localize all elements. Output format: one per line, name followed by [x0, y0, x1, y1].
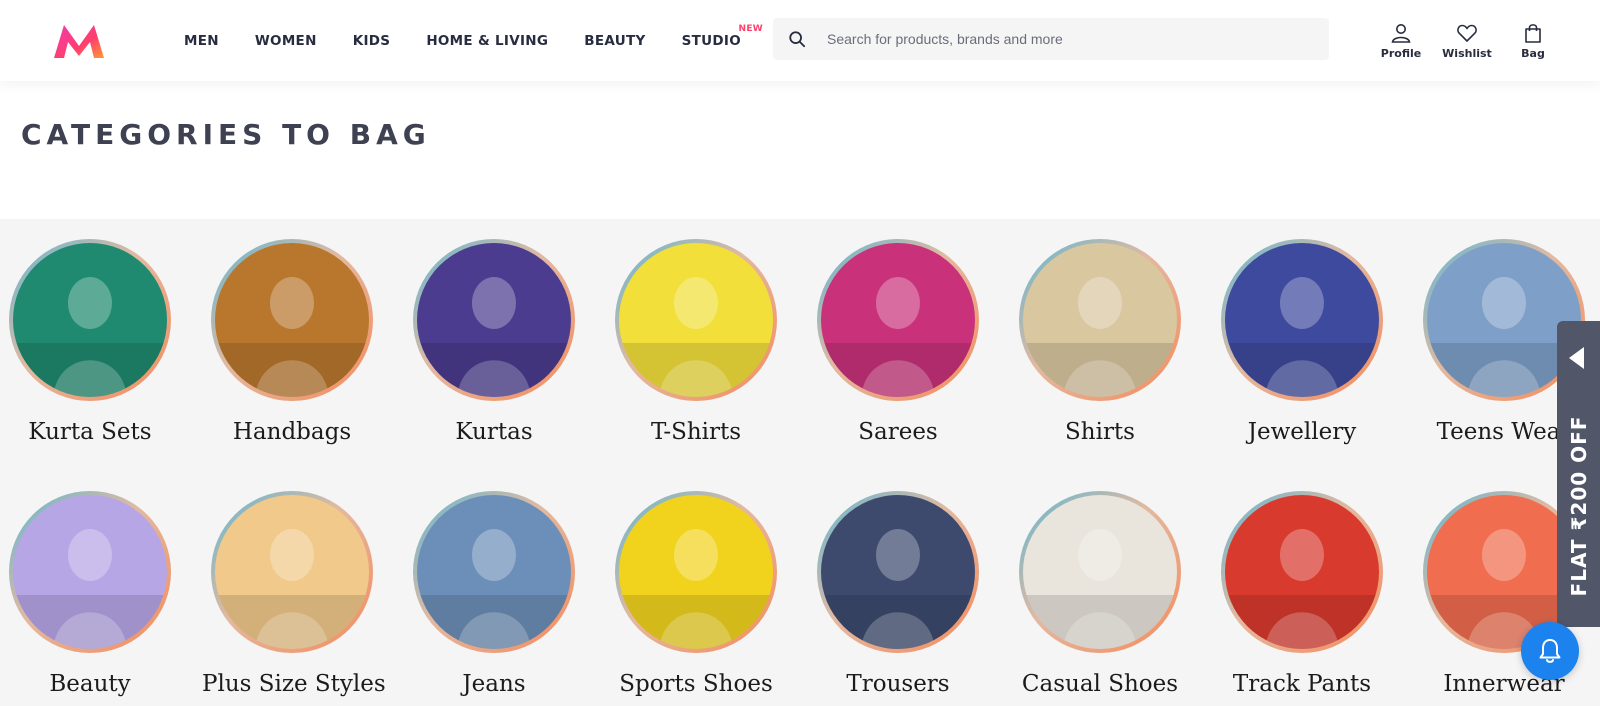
- category-image: [417, 243, 571, 397]
- category-image: [1225, 243, 1379, 397]
- nav-item-women[interactable]: WOMEN: [255, 33, 317, 49]
- nav-item-studio[interactable]: STUDIO NEW: [682, 24, 763, 49]
- myntra-logo[interactable]: [52, 22, 106, 60]
- category-image-ring: [615, 491, 777, 653]
- category-label: Kurta Sets: [28, 419, 152, 445]
- category-jewellery[interactable]: Jewellery: [1212, 219, 1392, 469]
- category-plus-size-styles[interactable]: Plus Size Styles: [202, 471, 386, 706]
- category-image-ring: [9, 491, 171, 653]
- category-jeans[interactable]: Jeans: [404, 471, 584, 706]
- category-image-ring: [1221, 239, 1383, 401]
- categories-section: Kurta Sets Handbags Kurtas T-Shirts Sarees Sh…: [0, 219, 1600, 706]
- notification-button[interactable]: [1521, 622, 1579, 680]
- category-image: [1023, 495, 1177, 649]
- category-label: T-Shirts: [650, 419, 742, 445]
- category-handbags[interactable]: Handbags: [202, 219, 382, 469]
- category-image-ring: [615, 239, 777, 401]
- bag-button[interactable]: Bag: [1500, 22, 1566, 64]
- bag-icon: [1525, 24, 1541, 43]
- category-kurta-sets[interactable]: Kurta Sets: [0, 219, 180, 469]
- wishlist-label: Wishlist: [1442, 47, 1492, 60]
- search-bar: [773, 18, 1329, 60]
- category-label: Trousers: [846, 671, 950, 697]
- category-image: [1023, 243, 1177, 397]
- category-image-ring: [413, 491, 575, 653]
- category-kurtas[interactable]: Kurtas: [404, 219, 584, 469]
- category-image: [215, 495, 369, 649]
- new-badge: NEW: [738, 23, 763, 34]
- nav-item-kids[interactable]: KIDS: [353, 33, 391, 49]
- category-image: [821, 495, 975, 649]
- category-label: Sarees: [858, 419, 938, 445]
- category-image-ring: [413, 239, 575, 401]
- category-label: Innerwear: [1443, 671, 1565, 697]
- category-image-ring: [1019, 239, 1181, 401]
- heart-icon: [1457, 24, 1477, 42]
- category-image-ring: [211, 491, 373, 653]
- offer-text: FLAT ₹200 OFF: [1567, 415, 1591, 597]
- nav-item-beauty[interactable]: BEAUTY: [584, 33, 645, 49]
- category-image-ring: [211, 239, 373, 401]
- header: MEN WOMEN KIDS HOME & LIVING BEAUTY STUD…: [0, 0, 1600, 81]
- logo-icon: [54, 25, 104, 58]
- nav-item-home-living[interactable]: HOME & LIVING: [426, 33, 548, 49]
- category-label: Sports Shoes: [619, 671, 773, 697]
- category-image-ring: [817, 491, 979, 653]
- category-label: Casual Shoes: [1021, 671, 1179, 697]
- header-actions: Profile Wishlist Bag: [1368, 22, 1566, 64]
- chevron-left-icon: [1569, 347, 1584, 369]
- profile-button[interactable]: Profile: [1368, 22, 1434, 64]
- category-image: [619, 243, 773, 397]
- category-image: [215, 243, 369, 397]
- bag-label: Bag: [1521, 47, 1545, 60]
- search-input[interactable]: [773, 18, 1329, 60]
- category-image-ring: [1221, 491, 1383, 653]
- category-sports-shoes[interactable]: Sports Shoes: [606, 471, 786, 706]
- category-t-shirts[interactable]: T-Shirts: [606, 219, 786, 469]
- offer-tab[interactable]: FLAT ₹200 OFF: [1557, 321, 1600, 627]
- section-title: CATEGORIES TO BAG: [21, 118, 431, 151]
- profile-label: Profile: [1380, 47, 1422, 60]
- category-label: Shirts: [1065, 419, 1135, 445]
- category-image-ring: [1019, 491, 1181, 653]
- category-image-ring: [9, 239, 171, 401]
- category-label: Handbags: [232, 419, 352, 445]
- category-image: [13, 243, 167, 397]
- category-label: Track Pants: [1232, 671, 1372, 697]
- category-label: Plus Size Styles: [202, 671, 386, 697]
- category-label: Kurtas: [455, 419, 533, 445]
- category-label: Jeans: [462, 671, 526, 697]
- category-trousers[interactable]: Trousers: [808, 471, 988, 706]
- nav-item-men[interactable]: MEN: [184, 33, 219, 49]
- category-sarees[interactable]: Sarees: [808, 219, 988, 469]
- category-image: [13, 495, 167, 649]
- category-image-ring: [817, 239, 979, 401]
- category-label: Jewellery: [1247, 419, 1357, 445]
- category-shirts[interactable]: Shirts: [1010, 219, 1190, 469]
- category-track-pants[interactable]: Track Pants: [1212, 471, 1392, 706]
- category-label: Beauty: [49, 671, 131, 697]
- wishlist-button[interactable]: Wishlist: [1434, 22, 1500, 64]
- category-beauty[interactable]: Beauty: [0, 471, 180, 706]
- category-image: [417, 495, 571, 649]
- main-nav: MEN WOMEN KIDS HOME & LIVING BEAUTY STUD…: [184, 0, 777, 81]
- bell-icon: [1539, 639, 1561, 663]
- category-image: [619, 495, 773, 649]
- category-image: [821, 243, 975, 397]
- category-casual-shoes[interactable]: Casual Shoes: [1010, 471, 1190, 706]
- user-icon: [1391, 24, 1411, 43]
- search-icon[interactable]: [788, 30, 806, 48]
- category-image: [1225, 495, 1379, 649]
